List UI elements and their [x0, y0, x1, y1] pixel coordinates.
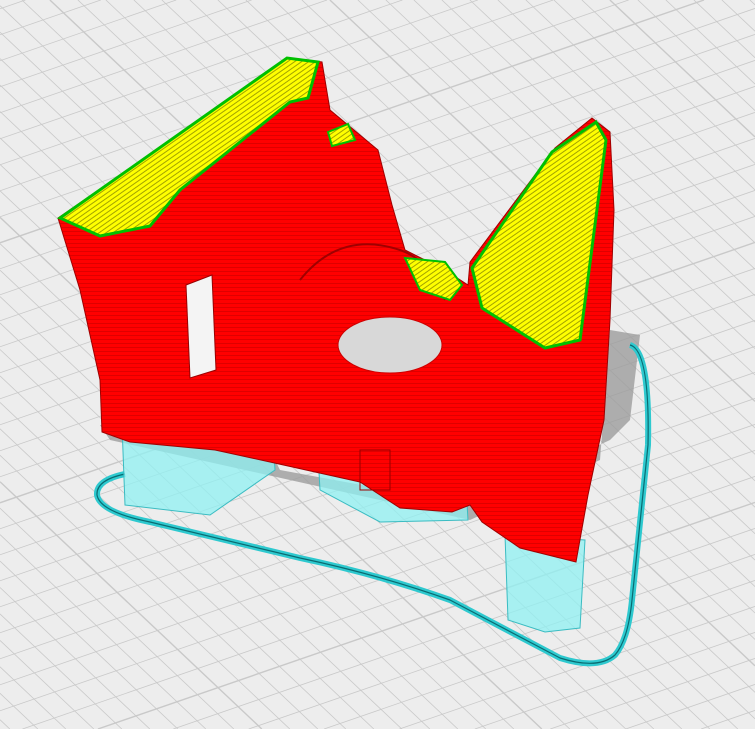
grid-line: [609, 0, 755, 138]
grid-line: [474, 632, 755, 729]
grid-line: [0, 0, 26, 10]
grid-line: [550, 658, 755, 729]
grid-line: [173, 528, 755, 729]
grid-line: [0, 719, 11, 729]
3d-preview-viewport[interactable]: [0, 0, 755, 729]
grid-line: [0, 560, 179, 729]
grid-line: [0, 0, 252, 88]
grid-line: [625, 684, 755, 729]
grid-line: [700, 710, 755, 729]
grid-line: [0, 587, 151, 729]
grid-line: [693, 0, 755, 58]
grid-line: [0, 666, 67, 729]
grid-line: [0, 0, 101, 36]
grid-line: [0, 693, 39, 729]
build-plate-scene[interactable]: [0, 0, 755, 729]
grid-line: [721, 0, 755, 32]
side-window: [185, 274, 217, 379]
grid-line: [248, 554, 755, 729]
grid-line: [749, 0, 755, 6]
grid-line: [0, 613, 123, 729]
grid-line: [97, 501, 755, 729]
bore-opening: [337, 316, 443, 374]
